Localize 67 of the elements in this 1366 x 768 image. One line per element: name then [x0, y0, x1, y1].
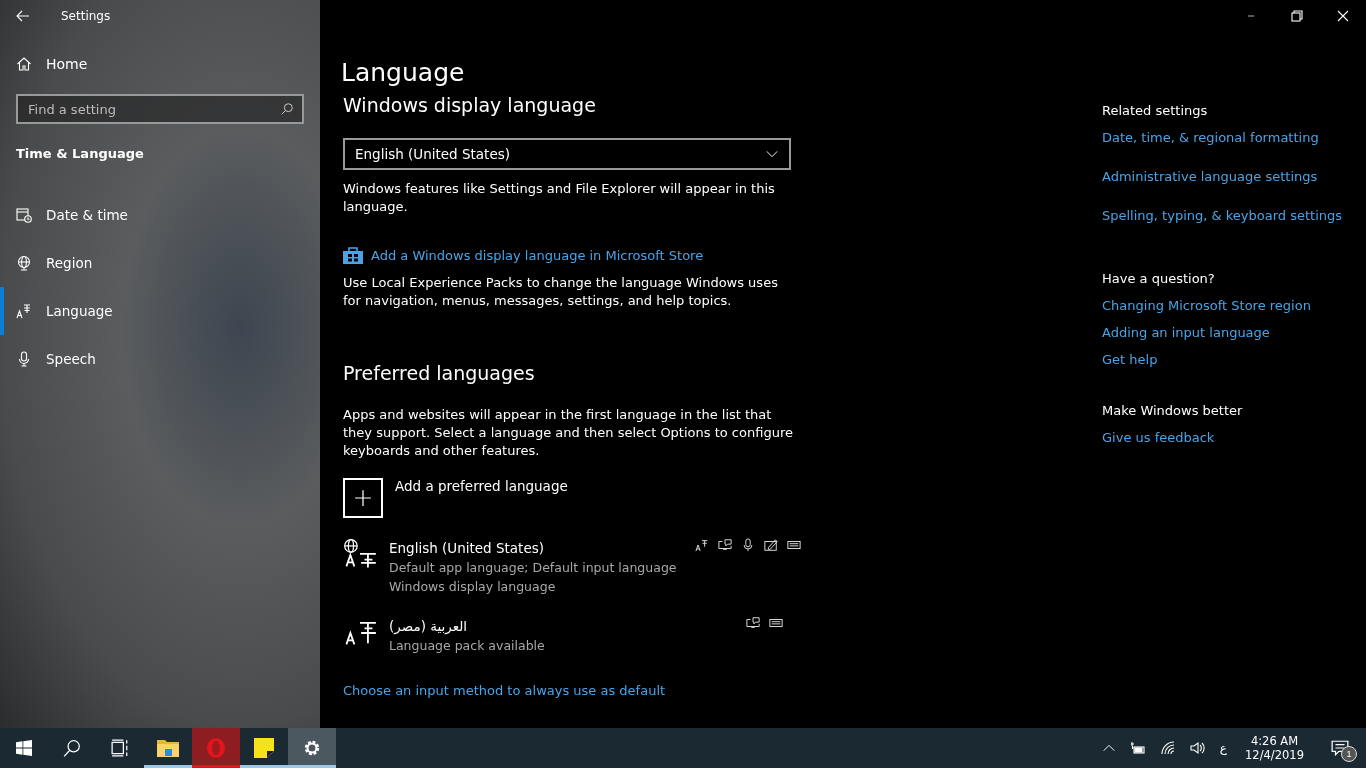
- search-icon: [63, 739, 81, 757]
- search-field[interactable]: Find a setting: [16, 94, 304, 124]
- related-link[interactable]: Adding an input language: [1102, 324, 1270, 342]
- section-heading: Preferred languages: [343, 361, 536, 386]
- description-text: Use Local Experience Packs to change the language Windows uses for navigation, menus, messages, settings, and help topics.: [343, 274, 779, 310]
- speech-bubble-icon: [1331, 739, 1349, 757]
- language-detail: Language pack available: [389, 637, 545, 655]
- language-name: English (United States): [389, 539, 544, 558]
- add-language-button[interactable]: Add a preferred language: [343, 478, 793, 518]
- nav-item[interactable]: Language: [0, 287, 320, 335]
- input-method-link[interactable]: Choose an input method to always use as default: [343, 683, 793, 698]
- keyboard-icon: [769, 616, 783, 630]
- windows-logo-icon: [16, 740, 32, 756]
- monitor-speech-icon: [746, 616, 760, 630]
- language-name: العربية (مصر): [389, 617, 468, 636]
- group-heading: Related settings: [1102, 102, 1208, 120]
- group-heading: Have a question?: [1102, 270, 1215, 288]
- speaker-icon: [1189, 740, 1206, 756]
- section-heading: Windows display language: [343, 93, 597, 118]
- language-detail: Windows display language: [389, 578, 556, 596]
- globe-icon: [16, 255, 32, 271]
- ring-logo-icon: [205, 737, 227, 759]
- related-link[interactable]: Date, time, & regional formatting: [1102, 129, 1319, 147]
- microphone-icon: [16, 351, 32, 367]
- battery-plug-icon: [1129, 740, 1146, 756]
- nav-item[interactable]: Speech: [0, 335, 320, 383]
- related-link[interactable]: Get help: [1102, 351, 1158, 369]
- related-link[interactable]: Administrative language settings: [1102, 168, 1318, 186]
- store-link[interactable]: Add a Windows display language in Microsoft Store: [371, 247, 704, 263]
- language-dropdown[interactable]: English (United States): [343, 138, 791, 170]
- store-bag-icon: [343, 246, 363, 264]
- notification-count: 1: [1341, 746, 1357, 762]
- back-arrow-icon: [15, 8, 31, 24]
- window-title: Settings: [61, 9, 111, 23]
- wifi-icon: [1159, 740, 1176, 756]
- monitor-speech-icon: [717, 538, 732, 552]
- language-list-item[interactable]: English (United States) Default app language; Default input language Windows display language: [343, 538, 783, 596]
- section-heading: Time & Language: [15, 146, 145, 161]
- home-icon: [16, 56, 32, 72]
- close-icon: [1337, 10, 1349, 22]
- group-heading: Make Windows better: [1102, 402, 1243, 420]
- gear-icon: [302, 738, 322, 758]
- clock[interactable]: 4:26 AM 12/4/2019: [1239, 734, 1310, 762]
- folder-icon: [157, 738, 179, 758]
- language-detail: Default app language; Default input language: [389, 559, 677, 577]
- sticky-note-icon: [254, 738, 274, 758]
- language-pack-icon: [694, 538, 709, 552]
- input-indicator[interactable]: ع: [1217, 728, 1230, 768]
- description-text: Windows features like Settings and File Explorer will appear in this language.: [343, 180, 776, 216]
- calendar-clock-icon: [16, 207, 32, 223]
- keyboard-icon: [786, 538, 801, 552]
- notification-button[interactable]: 1: [1320, 728, 1360, 768]
- pen-icon: [763, 538, 778, 552]
- related-link[interactable]: Changing Microsoft Store region: [1102, 297, 1311, 315]
- nav-item[interactable]: Date & time: [0, 191, 320, 239]
- page-title: Language: [341, 58, 466, 88]
- home-nav-item[interactable]: Home: [0, 40, 320, 88]
- task-view-icon: [111, 739, 129, 757]
- nav-item[interactable]: Region: [0, 239, 320, 287]
- search-icon: [280, 102, 294, 116]
- language-icon: [16, 303, 32, 319]
- taskbar-button[interactable]: [288, 728, 336, 768]
- related-link[interactable]: Give us feedback: [1102, 429, 1215, 447]
- related-link[interactable]: Spelling, typing, & keyboard settings: [1102, 207, 1343, 225]
- description-text: Apps and websites will appear in the first language in the list that they support. Select a language and then select Options to configure keyboards and other features.: [343, 406, 793, 460]
- restore-icon: [1291, 10, 1303, 22]
- plus-icon: [354, 489, 372, 507]
